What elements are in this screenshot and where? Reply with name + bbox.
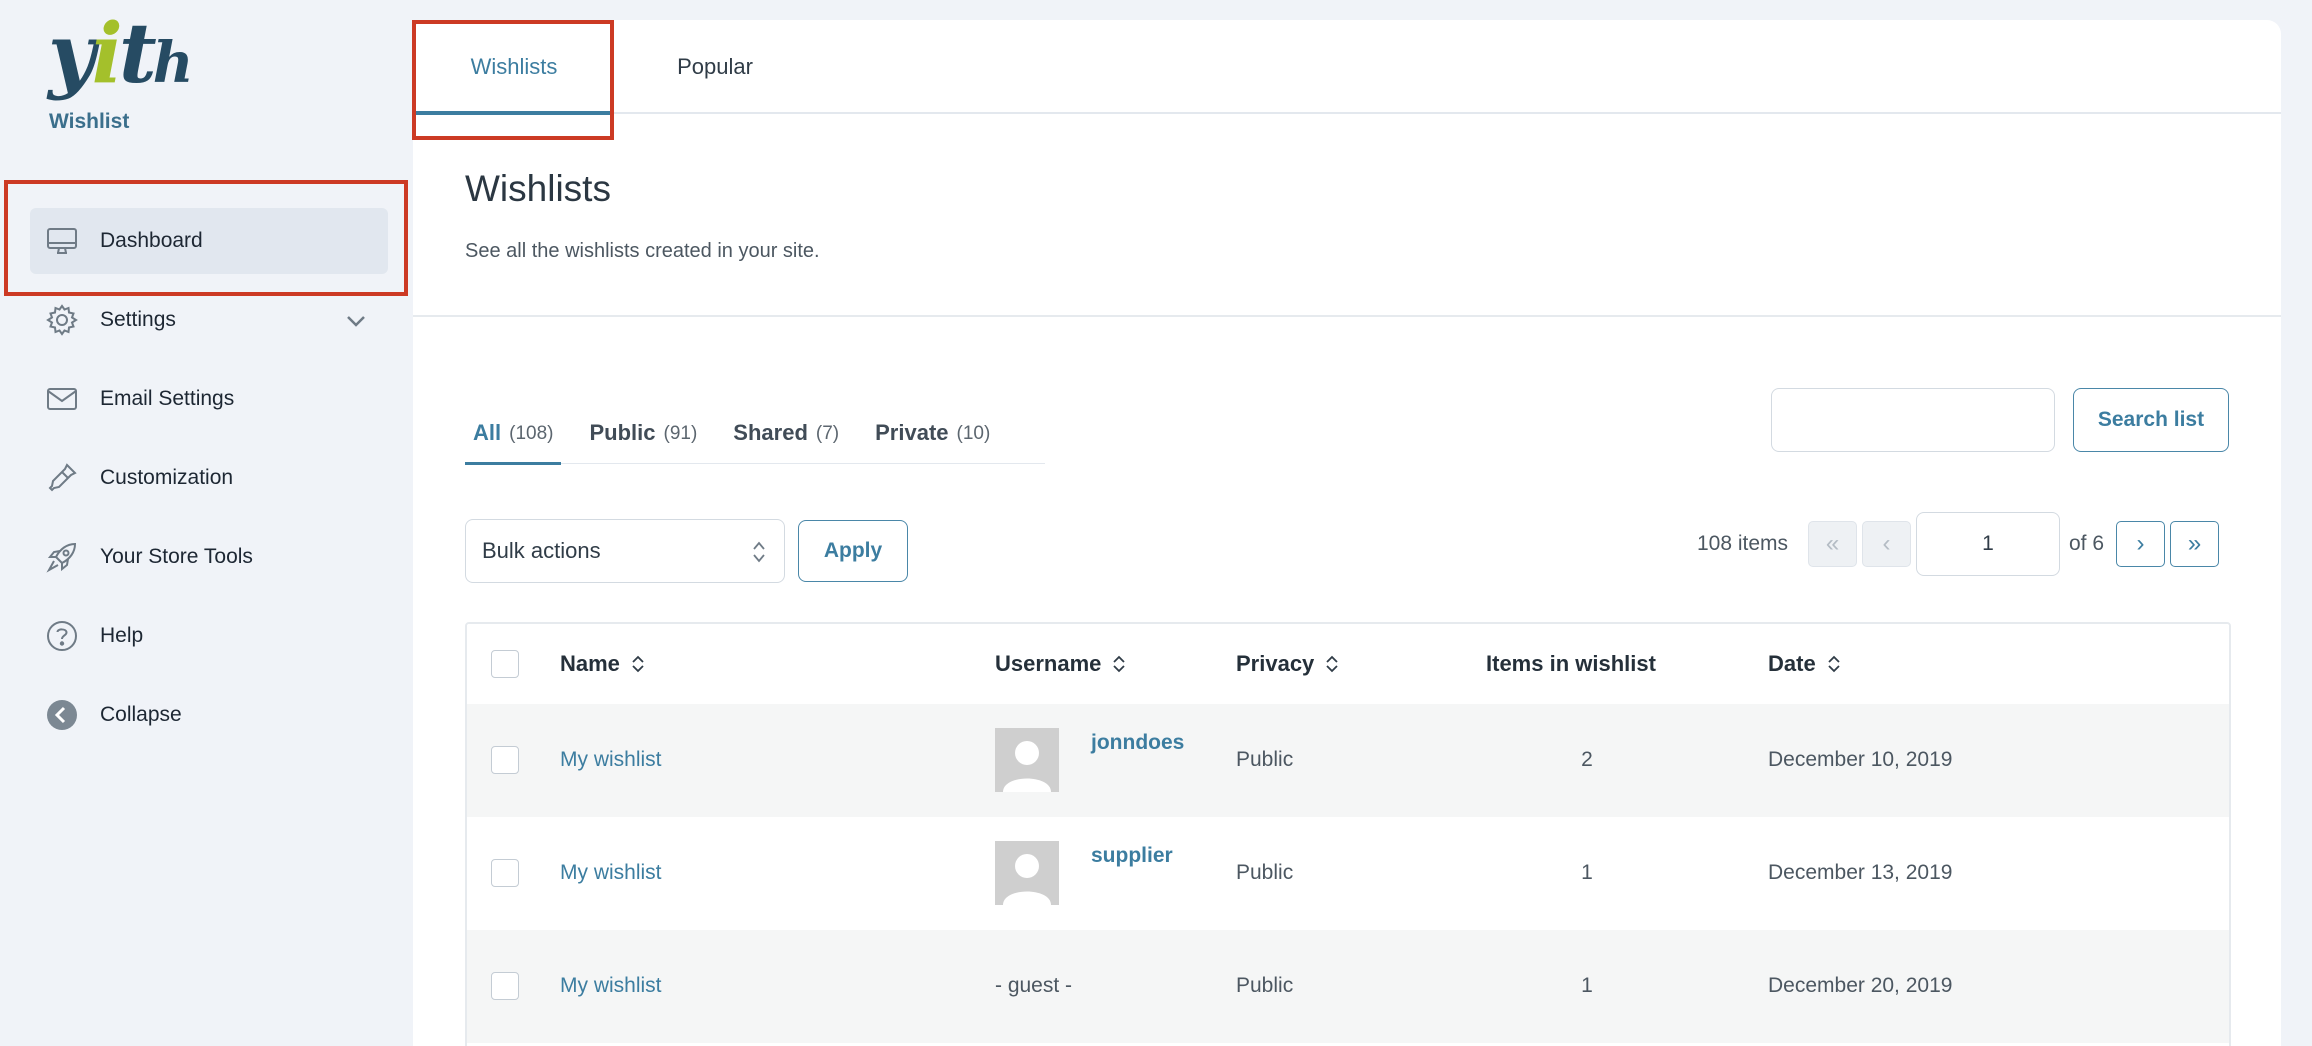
filter-public[interactable]: Public (91) [581, 420, 705, 464]
brand-label: Wishlist [49, 110, 130, 133]
current-page-input[interactable] [1916, 512, 2060, 576]
apply-button[interactable]: Apply [798, 520, 908, 582]
first-page-button[interactable]: « [1808, 521, 1857, 567]
sidebar-item-label: Help [100, 624, 144, 647]
sort-icon [1326, 655, 1338, 673]
wishlist-name-link[interactable]: My wishlist [560, 748, 662, 772]
sidebar-item-label: Settings [100, 308, 176, 331]
total-pages: of 6 [2069, 532, 2105, 555]
username-link[interactable]: supplier [1091, 844, 1173, 868]
table-row: My wishlist - guest - Public 1 December … [467, 930, 2229, 1043]
sidebar-item-label: Email Settings [100, 387, 235, 410]
bulk-actions-select[interactable]: Bulk actions [465, 519, 785, 583]
sidebar-item-help[interactable]: Help [30, 603, 388, 669]
column-label: Privacy [1236, 651, 1315, 676]
privacy-value: Public [1236, 748, 1294, 771]
column-label: Date [1768, 651, 1816, 676]
last-page-button[interactable]: » [2170, 521, 2219, 567]
sidebar-nav: Dashboard Settings Email Settings Custom… [0, 208, 412, 748]
sidebar-item-label: Dashboard [100, 229, 203, 252]
column-items-in-wishlist: Items in wishlist [1486, 651, 1656, 676]
filter-views: All (108) Public (91) Shared (7) Private… [465, 420, 1045, 465]
sidebar-item-settings[interactable]: Settings [30, 287, 388, 353]
monitor-icon [44, 223, 80, 259]
sidebar-item-dashboard[interactable]: Dashboard [30, 208, 388, 274]
select-all-checkbox[interactable] [491, 650, 519, 678]
help-circle-icon [44, 618, 80, 654]
guest-username: - guest - [995, 974, 1073, 997]
filter-count: (7) [815, 423, 840, 444]
select-updown-icon [753, 541, 765, 563]
filter-count: (10) [956, 423, 991, 444]
column-label: Name [560, 651, 620, 676]
next-page-button[interactable]: › [2116, 521, 2165, 567]
sidebar-item-label: Your Store Tools [100, 545, 253, 568]
user-avatar [995, 841, 1059, 905]
filter-private[interactable]: Private (10) [867, 420, 998, 464]
column-name[interactable]: Name [560, 624, 646, 704]
page-header: Wishlists See all the wishlists created … [465, 168, 820, 263]
wishlists-table: Name Username Privacy Items in wishlist … [465, 622, 2231, 1046]
sidebar-item-collapse[interactable]: Collapse [30, 682, 388, 748]
prev-page-button[interactable]: ‹ [1862, 521, 1911, 567]
date-value: December 10, 2019 [1768, 748, 1953, 771]
table-row: My wishlist jonndoes Public 2 December 1… [467, 704, 2229, 817]
search-input[interactable] [1771, 388, 2055, 452]
filter-count: (91) [663, 423, 698, 444]
bulk-actions-value: Bulk actions [482, 538, 601, 563]
filter-label: All [473, 420, 502, 445]
filter-all[interactable]: All (108) [465, 420, 562, 465]
sort-icon [632, 655, 644, 673]
privacy-value: Public [1236, 974, 1294, 997]
sidebar-item-label: Collapse [100, 703, 182, 726]
items-count-value: 1 [1581, 861, 1593, 884]
sidebar-item-label: Customization [100, 466, 234, 489]
tab-popular[interactable]: Popular [645, 20, 785, 114]
chevron-down-icon[interactable] [344, 309, 368, 333]
collapse-arrow-icon [44, 697, 80, 733]
search-list-button[interactable]: Search list [2073, 388, 2229, 452]
page-description: See all the wishlists created in your si… [465, 240, 820, 262]
sidebar-item-email-settings[interactable]: Email Settings [30, 366, 388, 432]
user-avatar [995, 728, 1059, 792]
filter-count: (108) [509, 423, 554, 444]
tab-wishlists[interactable]: Wishlists [416, 20, 612, 115]
yith-logo[interactable]: yith [48, 13, 193, 103]
wishlist-name-link[interactable]: My wishlist [560, 861, 662, 885]
filter-label: Private [875, 420, 949, 445]
main-panel: Wishlists Popular Wishlists See all the … [413, 20, 2281, 1046]
column-date[interactable]: Date [1768, 624, 1842, 704]
date-value: December 20, 2019 [1768, 974, 1953, 997]
username-link[interactable]: jonndoes [1091, 731, 1184, 755]
filter-label: Public [589, 420, 656, 445]
sidebar-item-customization[interactable]: Customization [30, 445, 388, 511]
table-header: Name Username Privacy Items in wishlist … [467, 624, 2229, 704]
envelope-icon [44, 381, 80, 417]
page-title: Wishlists [465, 168, 611, 209]
items-count-value: 1 [1581, 974, 1593, 997]
column-username[interactable]: Username [995, 624, 1127, 704]
gear-icon [44, 302, 80, 338]
items-count: 108 items [1697, 532, 1789, 555]
items-count-value: 2 [1581, 748, 1593, 771]
filter-label: Shared [733, 420, 808, 445]
column-label: Username [995, 651, 1102, 676]
pipette-icon [44, 460, 80, 496]
rocket-icon [44, 539, 80, 575]
row-checkbox[interactable] [491, 746, 519, 774]
sidebar-item-store-tools[interactable]: Your Store Tools [30, 524, 388, 590]
privacy-value: Public [1236, 861, 1294, 884]
row-checkbox[interactable] [491, 972, 519, 1000]
sidebar: yith Wishlist Dashboard Settings Email S… [0, 0, 412, 1046]
sort-icon [1113, 655, 1126, 673]
date-value: December 13, 2019 [1768, 861, 1953, 884]
divider [413, 315, 2281, 317]
sort-icon [1828, 655, 1840, 673]
table-row: My wishlist supplier Public 1 December 1… [467, 817, 2229, 930]
filter-shared[interactable]: Shared (7) [725, 420, 847, 464]
row-checkbox[interactable] [491, 859, 519, 887]
wishlist-name-link[interactable]: My wishlist [560, 974, 662, 998]
top-tabs: Wishlists Popular [413, 20, 2281, 115]
column-privacy[interactable]: Privacy [1236, 624, 1340, 704]
